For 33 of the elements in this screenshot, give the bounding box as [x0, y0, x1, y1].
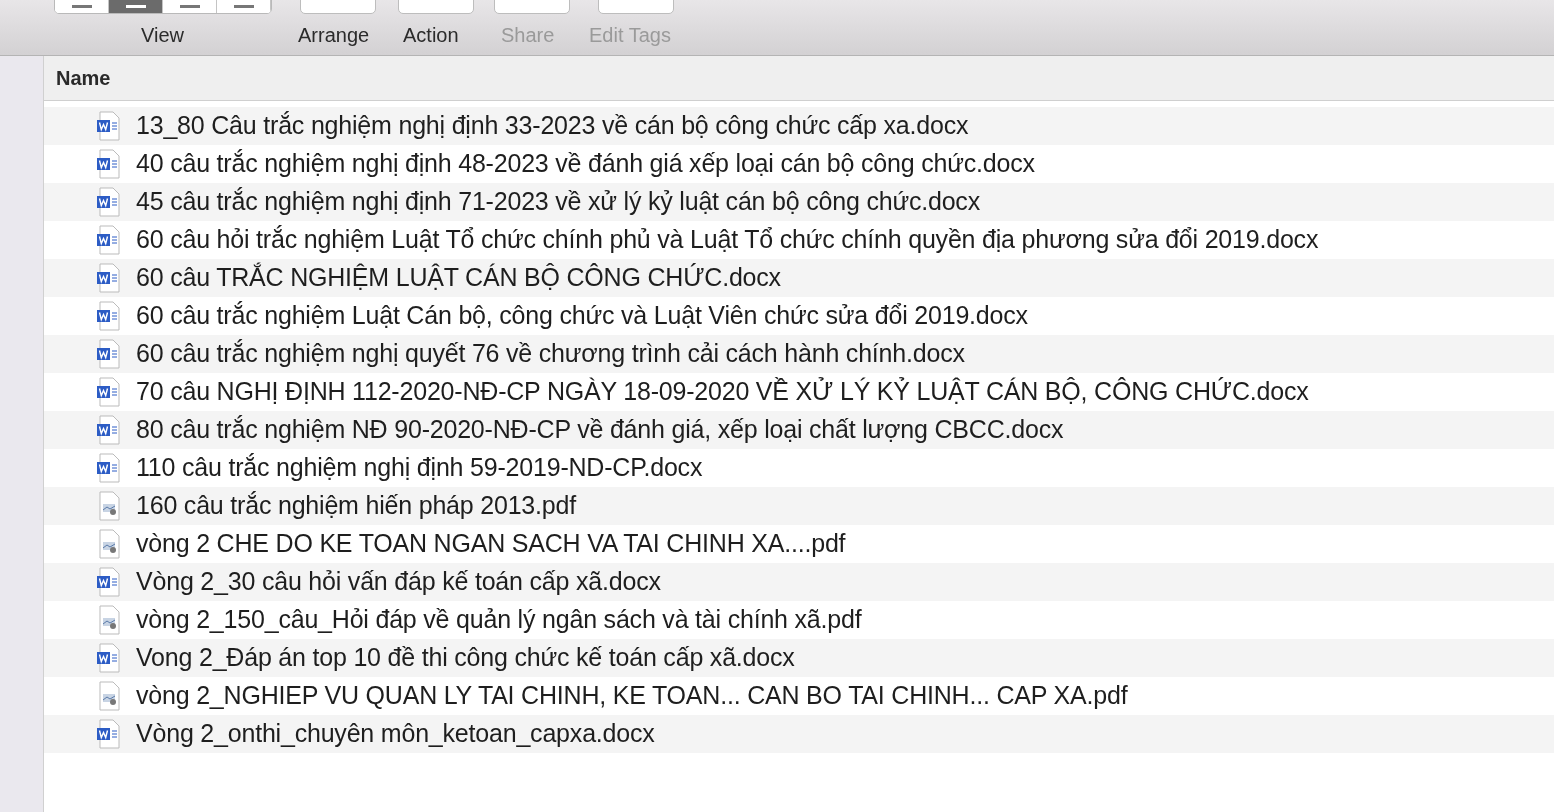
file-name[interactable]: vòng 2_NGHIEP VU QUAN LY TAI CHINH, KE TOAN... CAN BO TAI CHINH... CAP XA.pdf	[136, 677, 1128, 715]
file-name[interactable]: 60 câu hỏi trắc nghiệm Luật Tổ chức chính phủ và Luật Tổ chức chính quyền địa phương sửa đổi 2019.docx	[136, 221, 1319, 259]
pdf-document-icon	[96, 681, 122, 711]
column-title[interactable]: Name	[44, 63, 111, 93]
view-icon	[71, 5, 92, 8]
word-document-icon	[96, 187, 122, 217]
word-document-icon	[96, 377, 122, 407]
pdf-document-icon	[96, 605, 122, 635]
pdf-document-icon	[96, 491, 122, 521]
word-document-icon	[96, 643, 122, 673]
file-name[interactable]: vòng 2_150_câu_Hỏi đáp về quản lý ngân sách và tài chính xã.pdf	[136, 601, 862, 639]
word-document-icon	[96, 263, 122, 293]
view-icon	[233, 5, 254, 8]
toolbar-label: View	[141, 23, 184, 48]
word-document-icon	[96, 301, 122, 331]
word-document-icon	[96, 225, 122, 255]
file-name[interactable]: vòng 2 CHE DO KE TOAN NGAN SACH VA TAI CHINH XA....pdf	[136, 525, 846, 563]
word-document-icon	[96, 149, 122, 179]
word-document-icon	[96, 415, 122, 445]
word-document-icon	[96, 567, 122, 597]
word-document-icon	[96, 453, 122, 483]
toolbar-label[interactable]: Action	[403, 20, 459, 50]
view-icon	[179, 5, 200, 8]
file-name[interactable]: 70 câu NGHỊ ĐỊNH 112-2020-NĐ-CP NGÀY 18-09-2020 VỀ XỬ LÝ KỶ LUẬT CÁN BỘ, CÔNG CHỨC.docx	[136, 373, 1309, 411]
view-icon	[125, 5, 146, 8]
file-name[interactable]: 40 câu trắc nghiệm nghị định 48-2023 về đánh giá xếp loại cán bộ công chức.docx	[136, 145, 1035, 183]
file-name[interactable]: 60 câu trắc nghiệm Luật Cán bộ, công chức và Luật Viên chức sửa đổi 2019.docx	[136, 297, 1028, 335]
word-document-icon	[96, 339, 122, 369]
word-document-icon	[96, 719, 122, 749]
pdf-document-icon	[96, 529, 122, 559]
toolbar-label[interactable]: Arrange	[298, 20, 370, 50]
word-document-icon	[96, 111, 122, 141]
file-name[interactable]: 110 câu trắc nghiệm nghị định 59-2019-ND-CP.docx	[136, 449, 703, 487]
